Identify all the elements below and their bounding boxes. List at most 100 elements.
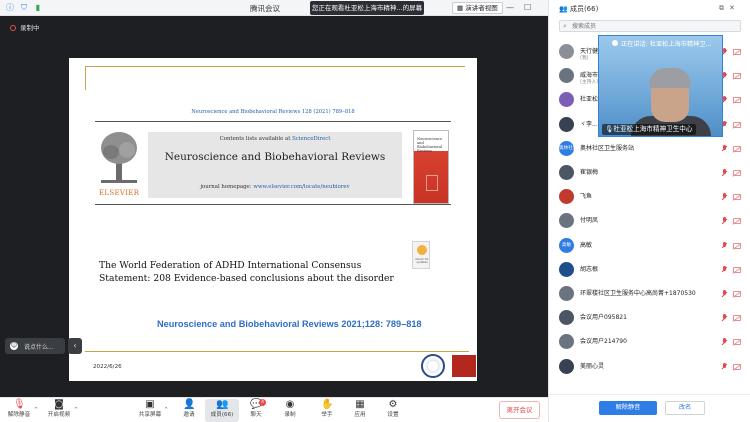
- camera-off-icon[interactable]: [733, 339, 741, 346]
- unmute-all-button[interactable]: 解除静音: [599, 401, 657, 415]
- member-role: (主持人): [580, 80, 599, 86]
- member-row[interactable]: 奥林社区奥林社区卫生服务站: [549, 137, 750, 161]
- speaking-indicator: 正在讲话: 杜亚松上海市精神卫...: [612, 39, 711, 48]
- maximize-icon[interactable]: ☐: [524, 2, 531, 14]
- member-row[interactable]: 飞鱼: [549, 185, 750, 209]
- video-button[interactable]: ◙ 开启视频: [42, 399, 76, 422]
- settings-button[interactable]: ⚙ 设置: [376, 399, 410, 422]
- share-label: 共享屏幕: [138, 412, 162, 418]
- share-screen-button[interactable]: ▣ 共享屏幕: [133, 399, 167, 422]
- video-label: 开启视频: [47, 412, 71, 418]
- popout-icon[interactable]: ⧉: [719, 4, 729, 12]
- avatar: [559, 92, 574, 108]
- camera-off-icon[interactable]: [733, 170, 741, 176]
- avatar: 高敏: [559, 237, 574, 253]
- member-name: 美丽心灵: [580, 362, 605, 370]
- member-row[interactable]: 美丽心灵: [549, 355, 750, 379]
- mic-muted-icon[interactable]: [721, 362, 727, 371]
- caret-up-icon[interactable]: ^: [34, 407, 38, 413]
- speaker-video-tile[interactable]: 正在讲话: 杜亚松上海市精神卫... 🎙杜亚松上海市精神卫生中心: [598, 35, 723, 137]
- minimize-icon[interactable]: —: [506, 2, 514, 14]
- camera-off-icon[interactable]: [733, 363, 741, 370]
- mic-muted-icon[interactable]: [721, 290, 727, 298]
- chat-badge: 4: [259, 399, 266, 406]
- chat-input[interactable]: ☺ 说点什么...: [5, 338, 65, 354]
- members-label: 成员(66): [210, 412, 234, 418]
- info-icon[interactable]: ⓘ: [6, 4, 14, 12]
- mic-muted-icon[interactable]: [721, 193, 727, 201]
- apps-grid-icon: ▦: [355, 399, 365, 410]
- speaker-name: 杜亚松上海市精神卫生中心: [613, 125, 693, 133]
- camera-off-icon[interactable]: [733, 145, 741, 152]
- caret-up-icon[interactable]: ^: [74, 407, 78, 413]
- shield-icon[interactable]: ⛉: [20, 4, 28, 12]
- members-sidebar-icon: 👥: [559, 5, 570, 13]
- cover-title: Neuroscience and Biobehavioral Reviews: [417, 137, 443, 153]
- member-name: 奥林社区卫生服务站: [580, 144, 635, 152]
- member-row[interactable]: 崔银梅: [549, 161, 750, 185]
- camera-off-icon[interactable]: [733, 218, 741, 225]
- close-icon[interactable]: ✕: [729, 4, 740, 12]
- member-search[interactable]: ⌕: [559, 20, 741, 32]
- member-row[interactable]: 会议用户214790: [549, 330, 750, 354]
- apps-button[interactable]: ▦ 应用: [343, 399, 377, 422]
- member-row[interactable]: 环翠楼社区卫生服务中心高尚菁+1870530: [549, 282, 750, 306]
- avatar: [559, 213, 574, 229]
- mic-muted-icon[interactable]: [721, 217, 727, 225]
- members-icon: 👥: [216, 399, 229, 410]
- grid-icon: ▦: [457, 4, 466, 12]
- sidebar-window-controls[interactable]: ⧉✕: [719, 4, 740, 13]
- camera-off-icon[interactable]: [733, 49, 741, 55]
- homepage-url: www.elsevier.com/locate/neubiorev: [253, 184, 350, 190]
- publisher-label: ELSEVIER: [99, 189, 140, 197]
- member-name: 会议用户095821: [580, 314, 627, 322]
- apps-label: 应用: [354, 412, 366, 418]
- member-name: 付明凤: [580, 217, 599, 225]
- presentation-slide: Neuroscience and Biobehavioral Reviews 1…: [69, 58, 477, 381]
- avatar: 奥林社区: [559, 140, 574, 156]
- member-row[interactable]: 胡志根: [549, 258, 750, 282]
- chat-button[interactable]: 💬 4 聊天: [239, 399, 273, 422]
- raise-hand-button[interactable]: ✋ 举手: [310, 399, 344, 422]
- camera-off-icon[interactable]: [733, 291, 741, 297]
- camera-off-icon[interactable]: [733, 315, 741, 322]
- tencent-meeting-window: ⓘ ⛉ ▮ 腾讯会议 您正在观看杜亚松上海市精神...的屏幕 ▦ 演讲者视图 —…: [0, 0, 750, 422]
- camera-off-icon[interactable]: [733, 266, 741, 273]
- view-mode-button[interactable]: ▦ 演讲者视图: [452, 2, 503, 14]
- search-input[interactable]: [572, 22, 732, 31]
- mic-muted-icon[interactable]: [721, 241, 727, 250]
- mic-muted-icon[interactable]: [721, 338, 727, 346]
- signal-icon[interactable]: ▮: [34, 4, 42, 12]
- mic-muted-icon[interactable]: [721, 314, 727, 322]
- camera-off-icon[interactable]: [733, 194, 741, 201]
- members-button[interactable]: 👥 成员(66): [205, 399, 239, 422]
- camera-off-icon[interactable]: [733, 242, 741, 249]
- caret-up-icon[interactable]: ^: [164, 407, 168, 413]
- share-screen-icon: ▣: [145, 399, 155, 410]
- member-row[interactable]: 会议用户095821: [549, 306, 750, 330]
- camera-off-icon[interactable]: [733, 97, 741, 104]
- chat-label: 聊天: [250, 412, 262, 418]
- elsevier-tree-logo: [101, 132, 137, 183]
- leave-meeting-button[interactable]: 离开会议: [499, 401, 540, 419]
- record-button[interactable]: ◉ 录制: [273, 399, 307, 422]
- invite-button[interactable]: 👤 邀请: [172, 399, 206, 422]
- unmute-button[interactable]: 🎙 解除静音: [2, 399, 36, 422]
- chevron-left-icon[interactable]: ‹: [68, 338, 82, 354]
- avatar: [559, 261, 574, 277]
- slide-date: 2022/6/26: [93, 364, 122, 370]
- smile-icon: ☺: [10, 342, 18, 350]
- mic-muted-icon[interactable]: [721, 144, 727, 153]
- camera-off-icon[interactable]: [733, 73, 741, 80]
- speaking-icon: [612, 40, 618, 46]
- updates-icon: [417, 245, 427, 255]
- recording-indicator[interactable]: 录制中: [10, 22, 40, 32]
- mic-muted-icon[interactable]: [721, 169, 727, 177]
- contents-prefix: Contents lists available at: [219, 136, 291, 142]
- rename-button[interactable]: 改名: [665, 401, 705, 415]
- mic-muted-icon[interactable]: [721, 265, 727, 274]
- member-row[interactable]: 付明凤: [549, 209, 750, 233]
- camera-off-icon[interactable]: [733, 121, 741, 128]
- member-name: 环翠楼社区卫生服务中心高尚菁+1870530: [580, 290, 696, 297]
- member-row[interactable]: 高敏 高敏: [549, 234, 750, 258]
